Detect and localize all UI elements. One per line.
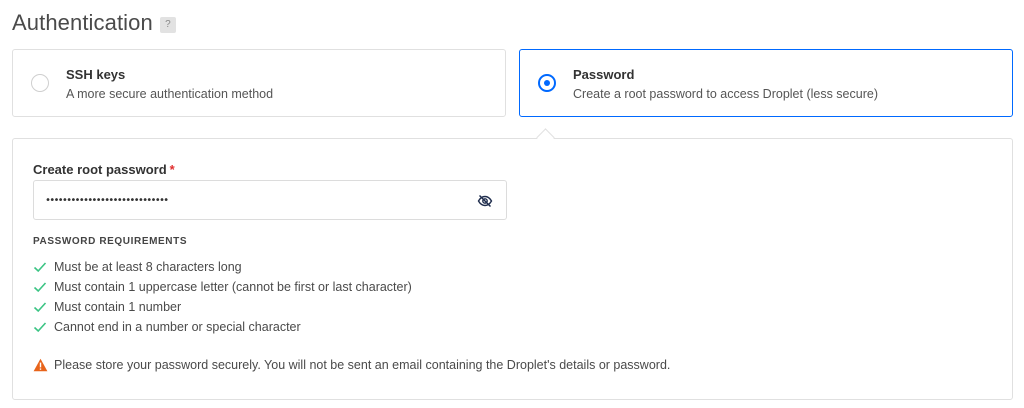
requirement-text: Must contain 1 uppercase letter (cannot … — [54, 280, 412, 294]
requirement-item: Cannot end in a number or special charac… — [33, 317, 412, 337]
password-field — [33, 180, 507, 220]
section-title: Authentication — [12, 10, 153, 35]
warning-text: Please store your password securely. You… — [54, 358, 671, 372]
checkmark-icon — [33, 262, 47, 273]
eye-slash-icon[interactable] — [477, 193, 493, 209]
requirement-item: Must be at least 8 characters long — [33, 257, 412, 277]
password-option-description: Create a root password to access Droplet… — [573, 87, 878, 101]
requirements-list: Must be at least 8 characters long Must … — [33, 257, 412, 337]
requirement-text: Must contain 1 number — [54, 300, 182, 314]
root-password-input[interactable] — [45, 181, 465, 219]
auth-option-password[interactable]: Password Create a root password to acces… — [519, 49, 1013, 117]
ssh-keys-title: SSH keys — [66, 67, 126, 82]
password-field-label: Create root password * — [33, 162, 175, 177]
requirement-item: Must contain 1 uppercase letter (cannot … — [33, 277, 412, 297]
security-warning: Please store your password securely. You… — [33, 358, 670, 372]
requirement-text: Cannot end in a number or special charac… — [54, 320, 301, 334]
requirement-text: Must be at least 8 characters long — [54, 260, 242, 274]
help-icon[interactable]: ? — [159, 16, 176, 33]
auth-option-ssh-keys[interactable]: SSH keys A more secure authentication me… — [12, 49, 506, 117]
ssh-keys-radio[interactable] — [31, 74, 49, 92]
password-label-text: Create root password — [33, 162, 167, 177]
warning-triangle-icon — [33, 358, 48, 372]
password-radio[interactable] — [538, 74, 556, 92]
requirement-item: Must contain 1 number — [33, 297, 412, 317]
requirements-heading: PASSWORD REQUIREMENTS — [33, 236, 188, 247]
password-option-title: Password — [573, 67, 635, 82]
section-header: Authentication ? — [12, 10, 176, 36]
checkmark-icon — [33, 302, 47, 313]
checkmark-icon — [33, 322, 47, 333]
ssh-keys-description: A more secure authentication method — [66, 87, 274, 101]
checkmark-icon — [33, 282, 47, 293]
required-marker: * — [169, 162, 175, 177]
